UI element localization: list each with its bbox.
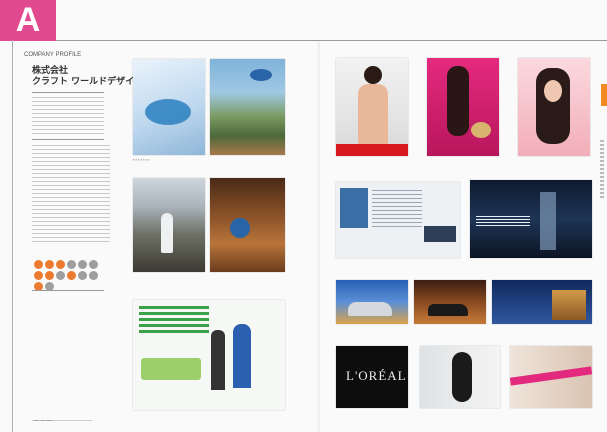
ad-thumbnail	[210, 59, 285, 155]
ad-thumbnail	[470, 180, 592, 258]
profile-body-text	[32, 145, 110, 245]
service-dot	[67, 271, 76, 280]
service-dot	[78, 260, 87, 269]
section-tab: A	[0, 0, 56, 41]
divider	[32, 92, 104, 93]
company-name-line2: クラフト ワールドデザイン	[32, 77, 144, 87]
service-dot	[34, 260, 43, 269]
service-dot	[45, 271, 54, 280]
company-name: 株式会社 クラフト ワールドデザイン	[32, 66, 143, 88]
top-rule	[56, 40, 607, 41]
ad-thumbnail: L'ORÉAL	[336, 346, 408, 408]
service-dot	[56, 271, 65, 280]
ad-thumbnail	[336, 280, 408, 324]
service-dot	[45, 260, 54, 269]
service-dot	[78, 271, 87, 280]
ad-caption: ▪ ▪ ▪ ▪ ▪ ▪ ▪	[133, 157, 150, 162]
ad-thumbnail	[336, 58, 408, 156]
ad-thumbnail	[133, 59, 205, 155]
service-icons	[34, 260, 104, 291]
divider	[32, 139, 104, 140]
company-name-line1: 株式会社	[32, 66, 69, 76]
ad-thumbnail	[414, 280, 486, 324]
ad-thumbnail	[420, 346, 500, 408]
divider	[32, 290, 104, 291]
service-dot	[89, 260, 98, 269]
service-dot	[67, 260, 76, 269]
section-label: COMPANY PROFILE	[24, 52, 82, 58]
ad-thumbnail	[210, 178, 285, 272]
ad-thumbnail	[336, 182, 460, 258]
ad-thumbnail	[133, 178, 205, 272]
ad-thumbnail	[427, 58, 499, 156]
profile-info-text	[32, 97, 104, 135]
section-tab-label: A	[15, 1, 41, 39]
service-dot	[34, 271, 43, 280]
page-edge-tab	[601, 84, 607, 106]
ad-thumbnail	[518, 58, 590, 156]
loreal-logo: L'ORÉAL	[346, 368, 407, 383]
service-dot	[56, 260, 65, 269]
service-dot	[89, 271, 98, 280]
page-edge-text	[600, 140, 604, 200]
left-rule	[12, 40, 13, 432]
ad-thumbnail	[510, 346, 592, 408]
magazine-spread: A COMPANY PROFILE 株式会社 クラフト ワールドデザイン ▪ ▪…	[0, 0, 607, 432]
page-footer: — — —	[34, 418, 52, 424]
ad-thumbnail	[492, 280, 592, 324]
page-gutter	[318, 42, 320, 432]
ad-thumbnail	[133, 300, 285, 410]
